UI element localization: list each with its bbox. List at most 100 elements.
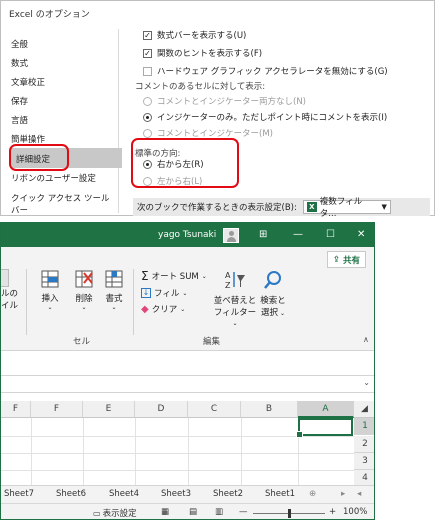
sheet-tab-sheet2[interactable]: Sheet2 [213, 489, 243, 499]
category-quick-access-toolbar[interactable]: クイック アクセス ツール バー [11, 192, 118, 216]
normal-view-icon[interactable]: ▦ [161, 507, 169, 517]
category-save[interactable]: 保存 [11, 95, 28, 107]
sheet-tab-sheet1[interactable]: Sheet1 [265, 489, 295, 499]
magnifier-icon [264, 271, 281, 289]
clear-button[interactable]: ◆ クリア ⌄ [141, 303, 186, 316]
display-settings-button[interactable]: ▭ 表示設定 [93, 507, 137, 520]
zoom-in-icon[interactable]: + [329, 507, 336, 517]
group-divider [133, 269, 134, 335]
category-proofing[interactable]: 文章校正 [11, 76, 45, 88]
fill-down-icon: ↓ [141, 288, 151, 298]
cells-group-label: セル [73, 337, 91, 347]
active-cell-A1[interactable] [296, 418, 353, 438]
cell-styles-button[interactable]: ルの イル [1, 269, 21, 311]
zoom-level[interactable]: 100% [343, 507, 367, 517]
sheet-tab-sheet4[interactable]: Sheet4 [109, 489, 139, 499]
chevron-down-icon: ⌄ [81, 304, 87, 311]
delete-cells-icon [75, 270, 93, 288]
chevron-down-icon: ⌄ [47, 304, 53, 311]
sheet-tab-sheet6[interactable]: Sheet6 [56, 489, 86, 499]
scroll-right-icon[interactable]: ▸ [341, 489, 345, 499]
workbook-select-value: 複数フィルタ... [319, 197, 363, 219]
row-header-1[interactable]: 1 [354, 418, 374, 435]
row-header-3[interactable]: 3 [354, 453, 374, 470]
column-header-C[interactable]: C [188, 401, 241, 418]
category-list: 全般 数式 文章校正 保存 言語 簡単操作 詳細設定 リボンのユーザー設定 クイ… [7, 29, 122, 216]
radio-icon[interactable] [143, 128, 152, 138]
svg-text:A: A [225, 271, 231, 280]
insert-cells-icon [41, 270, 59, 288]
zoom-out-icon[interactable]: — [239, 507, 248, 517]
group-divider [26, 269, 27, 335]
select-all-corner[interactable]: ◢ [354, 401, 374, 418]
minimize-icon[interactable]: — [293, 229, 303, 240]
workbook-select[interactable]: X 複数フィルタ... ▼ [302, 197, 391, 219]
gridline [83, 418, 84, 487]
column-header-A[interactable]: A [298, 401, 354, 418]
next-workbook-setting: 次のブックで作業するときの表示設定(B): X 複数フィルタ... ▼ [133, 197, 430, 219]
expand-formula-bar-icon[interactable]: ⌄ [363, 378, 370, 387]
find-select-button[interactable]: 検索と 選択 ⌄ [257, 269, 289, 318]
sheet-tab-sheet7[interactable]: Sheet7 [4, 489, 34, 499]
gridline [1, 470, 354, 471]
column-header-F[interactable]: F [31, 401, 83, 418]
fill-button[interactable]: ↓ フィル ⌄ [141, 287, 187, 299]
autosum-button[interactable]: Σ オート SUM ⌄ [141, 269, 207, 283]
status-bar: ▭ 表示設定 ▦ ▤ ▥ — + 100% [1, 503, 374, 520]
spreadsheet-grid[interactable]: F F E D C B A ◢ 1 2 3 4 [1, 401, 374, 487]
chevron-down-icon: ⌄ [182, 289, 188, 297]
category-general[interactable]: 全般 [11, 38, 28, 50]
gridline [31, 418, 32, 487]
svg-text:Z: Z [225, 281, 231, 290]
title-bar: yago Tsunaki ⊞ — ☐ ✕ [1, 223, 374, 247]
insert-button[interactable]: 挿入 ⌄ [37, 269, 63, 311]
row-header-2[interactable]: 2 [354, 436, 374, 453]
page-break-icon[interactable]: ▥ [215, 507, 223, 517]
column-header-E[interactable]: E [83, 401, 135, 418]
sheet-tab-bar: Sheet7 Sheet6 Sheet4 Sheet3 Sheet2 Sheet… [1, 485, 374, 503]
share-icon: ⇪ [332, 254, 340, 265]
page-layout-icon[interactable]: ▤ [189, 507, 197, 517]
excel-window: yago Tsunaki ⊞ — ☐ ✕ ⇪ 共有 ルの イル 挿入 ⌄ 削除 … [0, 222, 375, 520]
category-customize-ribbon[interactable]: リボンのユーザー設定 [11, 172, 96, 184]
comment-indicator-option[interactable]: インジケーターのみ。ただしポイント時にコメントを表示(I) [143, 111, 387, 123]
dialog-title: Excel のオプション [9, 10, 90, 20]
column-header-F[interactable]: F [1, 401, 31, 418]
checkbox-icon[interactable] [143, 66, 152, 76]
gridline [135, 418, 136, 487]
gridline [241, 418, 242, 487]
editing-group-label: 編集 [203, 337, 221, 347]
collapse-ribbon-icon[interactable]: ∧ [363, 335, 369, 344]
checked-checkbox-icon[interactable]: ✓ [143, 48, 152, 58]
hw-accel-option[interactable]: ハードウェア グラフィック アクセラレータを無効にする(G) [143, 65, 388, 77]
chevron-down-icon: ⌄ [111, 304, 117, 311]
category-language[interactable]: 言語 [11, 114, 28, 126]
comment-none-option[interactable]: コメントとインジケーター両方なし(N) [143, 95, 306, 107]
sheet-tab-sheet3[interactable]: Sheet3 [161, 489, 191, 499]
zoom-slider-thumb[interactable] [288, 509, 291, 518]
radio-icon[interactable] [143, 96, 152, 106]
user-avatar[interactable] [223, 228, 239, 243]
formula-bar-option[interactable]: ✓ 数式バーを表示する(U) [143, 29, 246, 41]
ribbon-display-options-icon[interactable]: ⊞ [259, 229, 267, 240]
column-header-B[interactable]: B [241, 401, 298, 418]
excel-file-icon: X [306, 202, 317, 212]
share-button[interactable]: ⇪ 共有 [326, 251, 366, 268]
radio-selected-icon[interactable] [143, 112, 152, 122]
scroll-left-icon[interactable]: ◂ [357, 489, 361, 499]
gridline [1, 453, 354, 454]
checked-checkbox-icon[interactable]: ✓ [143, 30, 152, 40]
close-icon[interactable]: ✕ [357, 229, 365, 240]
formula-bar[interactable]: ⌄ [1, 375, 374, 393]
sort-filter-button[interactable]: AZ 並べ替えと フィルター ⌄ [213, 269, 257, 328]
gridline [188, 418, 189, 487]
add-sheet-icon[interactable]: ⊕ [309, 489, 316, 499]
chevron-down-icon: ⌄ [180, 305, 186, 313]
format-button[interactable]: 書式 ⌄ [101, 269, 127, 311]
excel-options-dialog: Excel のオプション 全般 数式 文章校正 保存 言語 簡単操作 詳細設定 … [0, 0, 435, 219]
category-formulas[interactable]: 数式 [11, 57, 28, 69]
function-tips-option[interactable]: ✓ 関数のヒントを表示する(F) [143, 47, 262, 59]
column-header-D[interactable]: D [135, 401, 188, 418]
delete-button[interactable]: 削除 ⌄ [71, 269, 97, 311]
maximize-icon[interactable]: ☐ [326, 229, 335, 240]
